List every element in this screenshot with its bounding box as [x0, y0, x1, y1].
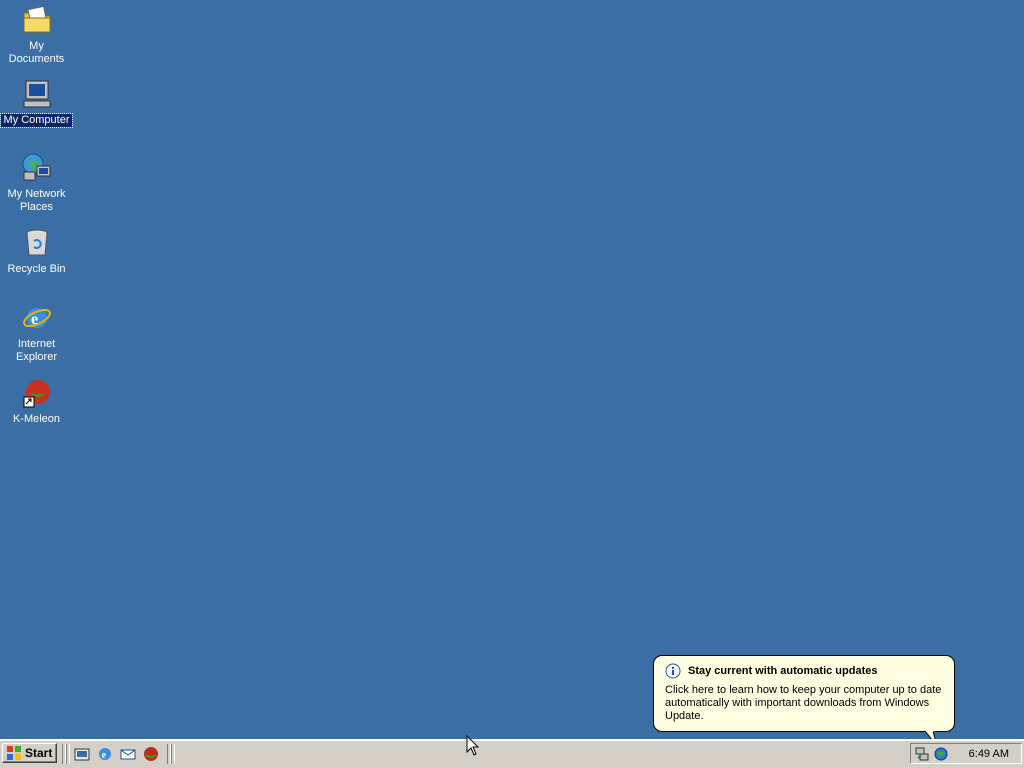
- k-meleon-icon[interactable]: [143, 746, 159, 762]
- internet-explorer-icon: e: [22, 308, 51, 328]
- desktop-icon-label: My Network Places: [7, 188, 66, 213]
- desktop-icon-label: Recycle Bin: [7, 263, 66, 275]
- desktop-icon-label: My Documents: [8, 40, 65, 65]
- balloon-message: Click here to learn how to keep your com…: [665, 684, 942, 722]
- network-places-icon: [22, 153, 50, 181]
- svg-text:e: e: [31, 311, 38, 328]
- desktop-icon-label: Internet Explorer: [16, 338, 57, 363]
- taskbar-separator: [171, 744, 175, 764]
- network-connection-icon[interactable]: [914, 746, 930, 762]
- my-computer-icon: [23, 80, 50, 108]
- desktop-icon-label: K-Meleon: [12, 413, 61, 425]
- desktop-icon-my-computer[interactable]: My Computer: [0, 78, 73, 128]
- k-meleon-icon: [23, 380, 50, 408]
- desktop-icon-label: My Computer: [0, 113, 73, 128]
- start-button[interactable]: Start: [2, 743, 57, 763]
- recycle-bin-icon: [26, 229, 47, 256]
- mouse-pointer-icon: [466, 735, 480, 756]
- my-documents-folder-icon: [23, 5, 50, 33]
- windows-logo-icon: [7, 746, 21, 760]
- system-tray: 6:49 AM: [910, 743, 1022, 764]
- desktop-icon-my-documents[interactable]: My Documents: [0, 4, 73, 66]
- svg-text:e: e: [102, 750, 107, 761]
- automatic-updates-balloon[interactable]: Stay current with automatic updates Clic…: [653, 655, 955, 732]
- balloon-title: Stay current with automatic updates: [688, 665, 878, 677]
- outlook-express-icon[interactable]: [120, 746, 136, 762]
- desktop-icon-my-network-places[interactable]: My Network Places: [0, 152, 73, 214]
- taskbar: Start e 6:49 AM: [0, 739, 1024, 768]
- desktop-icon-k-meleon[interactable]: K-Meleon: [0, 377, 73, 426]
- taskbar-separator: [66, 744, 70, 764]
- desktop-icon-internet-explorer[interactable]: e Internet Explorer: [0, 302, 73, 364]
- info-icon: [665, 663, 681, 679]
- desktop-icon-recycle-bin[interactable]: Recycle Bin: [0, 227, 73, 276]
- internet-explorer-icon[interactable]: e: [97, 746, 113, 762]
- start-label: Start: [25, 746, 53, 760]
- clock[interactable]: 6:49 AM: [969, 748, 1009, 760]
- show-desktop-icon[interactable]: [74, 746, 90, 762]
- windows-update-icon[interactable]: [933, 746, 949, 762]
